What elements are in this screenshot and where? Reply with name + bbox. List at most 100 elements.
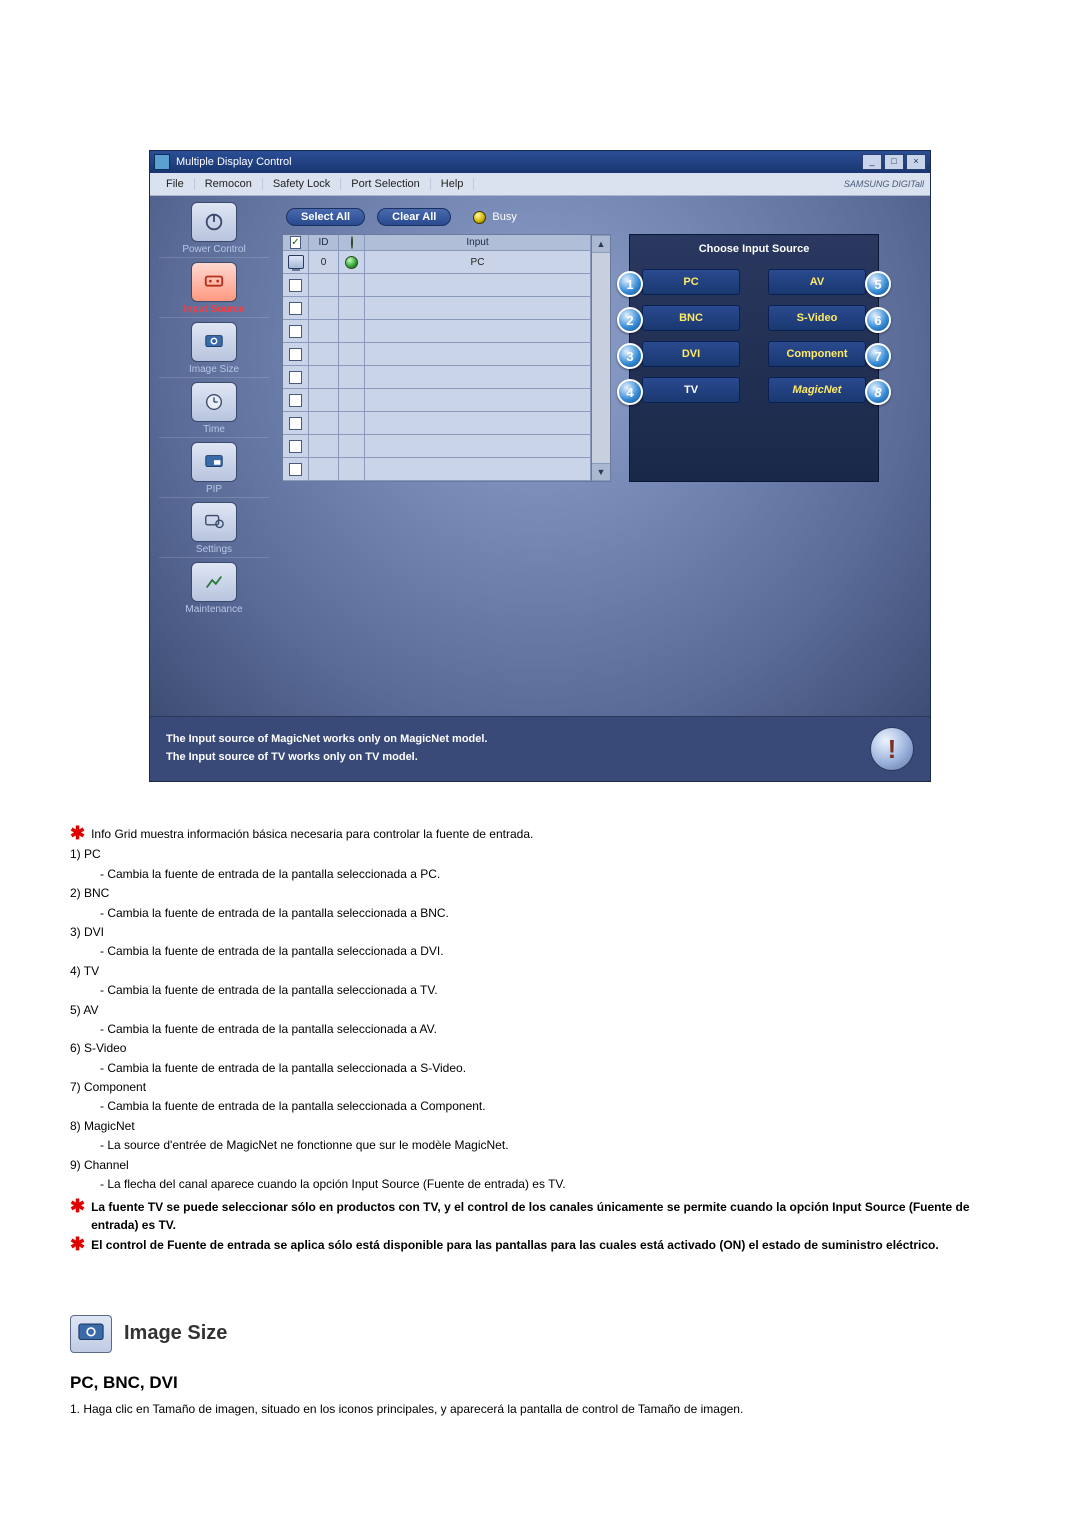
maximize-button[interactable]: □ <box>884 154 904 170</box>
scroll-up-icon[interactable]: ▲ <box>592 235 610 253</box>
sidebar-label: PIP <box>206 484 222 495</box>
footer-bar: The Input source of MagicNet works only … <box>150 716 930 781</box>
list-item: 8) MagicNet <box>70 1118 1010 1135</box>
status-led-icon <box>351 236 353 249</box>
monitor-icon <box>288 255 304 269</box>
power-icon <box>191 202 237 242</box>
sidebar-item-image-size[interactable]: Image Size <box>159 322 269 378</box>
grid-cell-status <box>339 251 365 274</box>
note-text: La fuente TV se puede seleccionar sólo e… <box>91 1199 1010 1234</box>
list-item: 6) S-Video <box>70 1040 1010 1057</box>
menu-help[interactable]: Help <box>431 178 475 190</box>
list-item: 4) TV <box>70 963 1010 980</box>
grid-scrollbar[interactable]: ▲ ▼ <box>592 234 611 482</box>
checkbox-icon[interactable] <box>290 236 300 249</box>
section-title: Image Size <box>124 1319 227 1348</box>
list-item: - Cambia la fuente de entrada de la pant… <box>100 1060 1010 1077</box>
menu-port-selection[interactable]: Port Selection <box>341 178 430 190</box>
image-size-icon <box>70 1315 112 1353</box>
sidebar-item-settings[interactable]: Settings <box>159 502 269 558</box>
grid-cell-id: 0 <box>309 251 339 274</box>
callout-4: 4 <box>617 379 643 405</box>
app-icon <box>154 154 170 170</box>
status-led-icon <box>345 256 358 269</box>
callout-5: 5 <box>865 271 891 297</box>
star-icon: ✱ <box>70 1237 85 1251</box>
menu-remocon[interactable]: Remocon <box>195 178 263 190</box>
sidebar-item-power[interactable]: Power Control <box>159 202 269 258</box>
callout-6: 6 <box>865 307 891 333</box>
sidebar-label: Settings <box>196 544 232 555</box>
grid-cell-input: PC <box>365 251 591 274</box>
list-item: - Cambia la fuente de entrada de la pant… <box>100 1098 1010 1115</box>
time-icon <box>191 382 237 422</box>
star-icon: ✱ <box>70 1199 85 1213</box>
sidebar-label: Image Size <box>189 364 239 375</box>
source-tv-button[interactable]: 4 TV <box>642 377 740 403</box>
image-size-icon <box>191 322 237 362</box>
grid-header-input: Input <box>365 235 591 251</box>
input-source-panel: Choose Input Source 1 PC AV 5 2 <box>629 234 879 482</box>
sidebar-label: Input Source <box>183 304 244 315</box>
callout-1: 1 <box>617 271 643 297</box>
source-component-button[interactable]: Component 7 <box>768 341 866 367</box>
note-text: El control de Fuente de entrada se aplic… <box>91 1237 939 1254</box>
maintenance-icon <box>191 562 237 602</box>
callout-2: 2 <box>617 307 643 333</box>
sidebar-item-maintenance[interactable]: Maintenance <box>159 562 269 617</box>
list-item: 5) AV <box>70 1002 1010 1019</box>
callout-7: 7 <box>865 343 891 369</box>
close-button[interactable]: × <box>906 154 926 170</box>
sidebar-label: Time <box>203 424 225 435</box>
source-svideo-button[interactable]: S-Video 6 <box>768 305 866 331</box>
panel-title: Choose Input Source <box>638 243 870 255</box>
sidebar-label: Power Control <box>182 244 245 255</box>
minimize-button[interactable]: _ <box>862 154 882 170</box>
menubar: File Remocon Safety Lock Port Selection … <box>150 173 930 196</box>
grid-header-status <box>339 235 365 251</box>
app-screenshot: Multiple Display Control _ □ × File Remo… <box>149 150 931 782</box>
menu-safety-lock[interactable]: Safety Lock <box>263 178 341 190</box>
busy-label: Busy <box>492 211 516 223</box>
settings-icon <box>191 502 237 542</box>
clear-all-button[interactable]: Clear All <box>377 208 451 226</box>
footer-line-1: The Input source of MagicNet works only … <box>166 733 487 745</box>
source-magicnet-button[interactable]: MagicNet 8 <box>768 377 866 403</box>
sidebar-item-time[interactable]: Time <box>159 382 269 438</box>
source-pc-button[interactable]: 1 PC <box>642 269 740 295</box>
sidebar-item-input-source[interactable]: Input Source <box>159 262 269 318</box>
list-item: - Cambia la fuente de entrada de la pant… <box>100 982 1010 999</box>
sidebar-label: Maintenance <box>185 604 242 615</box>
grid-header-check <box>283 235 309 251</box>
select-all-button[interactable]: Select All <box>286 208 365 226</box>
busy-dot-icon <box>473 211 486 224</box>
grid-cell-check[interactable] <box>283 251 309 274</box>
callout-8: 8 <box>865 379 891 405</box>
list-item: - Cambia la fuente de entrada de la pant… <box>100 943 1010 960</box>
subsection-title: PC, BNC, DVI <box>70 1371 1010 1396</box>
source-av-button[interactable]: AV 5 <box>768 269 866 295</box>
source-dvi-button[interactable]: 3 DVI <box>642 341 740 367</box>
source-bnc-button[interactable]: 2 BNC <box>642 305 740 331</box>
sidebar-item-pip[interactable]: PIP <box>159 442 269 498</box>
list-item: 3) DVI <box>70 924 1010 941</box>
scroll-down-icon[interactable]: ▼ <box>592 463 610 481</box>
list-item: - La source d'entrée de MagicNet ne fonc… <box>100 1137 1010 1154</box>
busy-indicator: Busy <box>473 211 516 224</box>
info-icon: ! <box>870 727 914 771</box>
menu-file[interactable]: File <box>156 178 195 190</box>
titlebar: Multiple Display Control _ □ × <box>150 151 930 173</box>
list-item: 2) BNC <box>70 885 1010 902</box>
list-item: - Cambia la fuente de entrada de la pant… <box>100 866 1010 883</box>
toolbar: Select All Clear All Busy <box>282 206 920 234</box>
footer-line-2: The Input source of TV works only on TV … <box>166 751 418 763</box>
intro-text: Info Grid muestra información básica nec… <box>91 826 533 843</box>
info-grid: ID Input 0 PC <box>282 234 592 482</box>
brand-label: SAMSUNG DIGITall <box>844 179 924 189</box>
list-item: 9) Channel <box>70 1157 1010 1174</box>
list-item: - Cambia la fuente de entrada de la pant… <box>100 1021 1010 1038</box>
app-title: Multiple Display Control <box>176 156 292 168</box>
step-text: 1. Haga clic en Tamaño de imagen, situad… <box>84 1401 1010 1418</box>
list-item: - La flecha del canal aparece cuando la … <box>100 1176 1010 1193</box>
sidebar: Power Control Input Source Image Size <box>150 196 278 716</box>
